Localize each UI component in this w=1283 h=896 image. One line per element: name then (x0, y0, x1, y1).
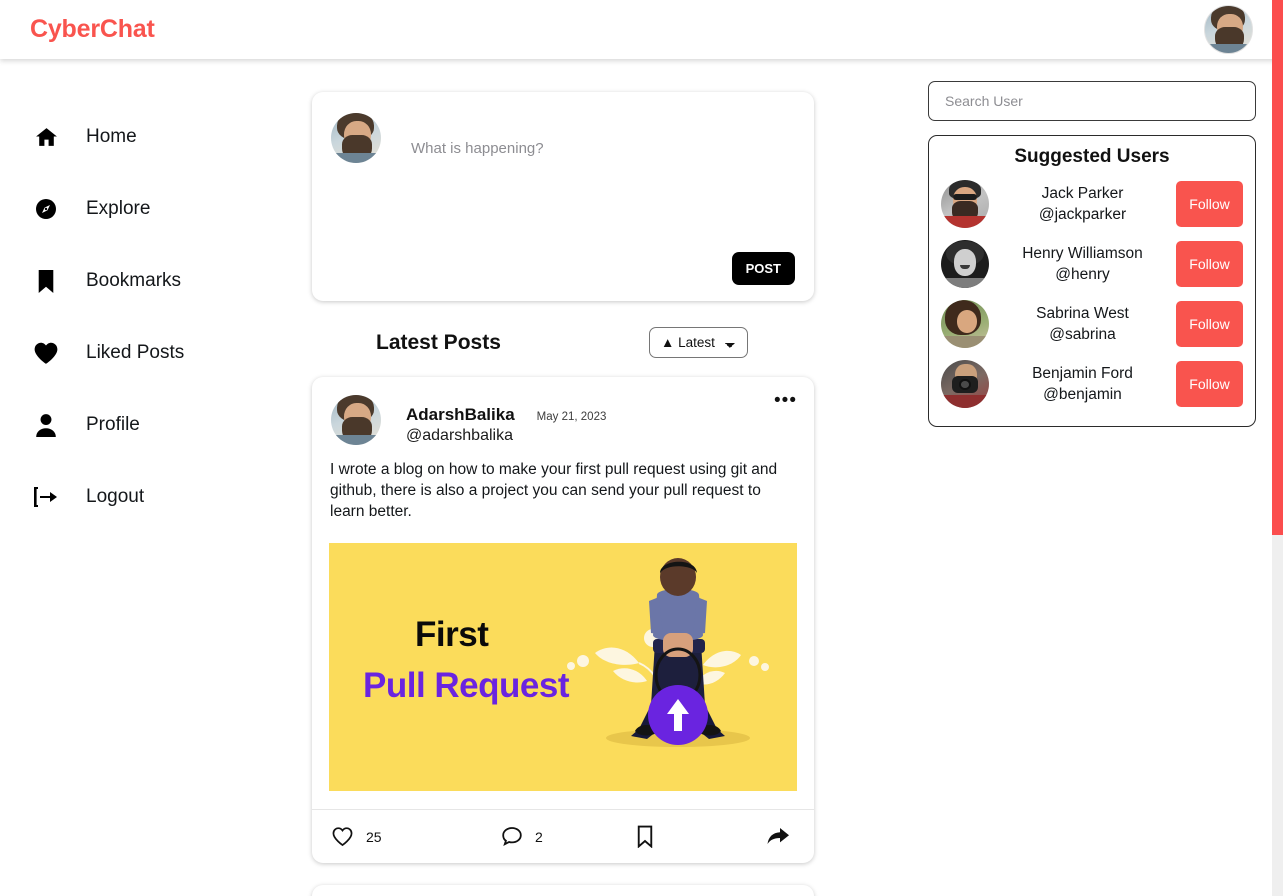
post-author-handle[interactable]: @adarshbalika (406, 427, 606, 445)
sidebar-item-profile[interactable]: Profile (0, 389, 300, 461)
suggested-user-handle[interactable]: @benjamin (997, 384, 1168, 405)
heart-filled-icon (32, 341, 60, 365)
follow-button[interactable]: Follow (1176, 301, 1243, 347)
main-feed: What is happening? POST Latest Posts ▲ L… (312, 59, 814, 896)
person-icon (32, 413, 60, 437)
suggested-user-name[interactable]: Henry Williamson (997, 243, 1168, 264)
search-user-box[interactable] (928, 81, 1256, 121)
post-card-next (312, 885, 814, 896)
suggested-user-row: Henry Williamson @henry Follow (941, 234, 1243, 294)
post-header: AdarshBalika May 21, 2023 @adarshbalika … (312, 377, 814, 445)
post-date: May 21, 2023 (536, 411, 607, 423)
feed-title: Latest Posts (376, 330, 501, 354)
post-author-name[interactable]: AdarshBalika (406, 405, 515, 425)
right-sidebar: Suggested Users Jack Parker @jackparker … (928, 59, 1256, 427)
avatar[interactable] (941, 180, 989, 228)
sidebar-item-explore[interactable]: Explore (0, 173, 300, 245)
home-icon (32, 125, 60, 150)
sidebar-nav: Home Explore Bookmarks Liked Posts Profi… (0, 59, 300, 533)
bookmark-icon (32, 269, 60, 294)
vertical-scrollbar-thumb[interactable] (1272, 0, 1283, 535)
like-count: 25 (366, 828, 382, 845)
post-image-line1: First (415, 615, 489, 654)
app-brand-logo[interactable]: CyberChat (30, 15, 155, 44)
comment-count: 2 (535, 828, 543, 845)
post-card: AdarshBalika May 21, 2023 @adarshbalika … (312, 377, 814, 863)
post-button[interactable]: POST (731, 252, 795, 285)
avatar[interactable] (941, 300, 989, 348)
suggested-users-card: Suggested Users Jack Parker @jackparker … (928, 135, 1256, 427)
post-actions: 25 2 (312, 809, 814, 863)
suggested-user-name[interactable]: Sabrina West (997, 303, 1168, 324)
vertical-scrollbar[interactable] (1272, 0, 1283, 896)
share-button[interactable] (766, 826, 790, 847)
bookmark-outline-icon (637, 825, 653, 848)
comment-button[interactable]: 2 (501, 826, 636, 847)
post-image-line2: Pull Request (363, 666, 569, 705)
app-header: CyberChat (0, 0, 1277, 59)
sidebar-item-label: Profile (86, 414, 140, 435)
suggested-user-row: Sabrina West @sabrina Follow (941, 294, 1243, 354)
sidebar-item-bookmarks[interactable]: Bookmarks (0, 245, 300, 317)
header-user-avatar[interactable] (1204, 5, 1253, 54)
comment-bubble-icon (502, 827, 522, 846)
compose-textarea-placeholder[interactable]: What is happening? (411, 113, 544, 163)
avatar[interactable] (941, 360, 989, 408)
sidebar-item-label: Bookmarks (86, 270, 182, 291)
compose-post-card: What is happening? POST (312, 92, 814, 301)
suggested-user-row: Jack Parker @jackparker Follow (941, 174, 1243, 234)
follow-button[interactable]: Follow (1176, 241, 1243, 287)
sidebar-item-home[interactable]: Home (0, 101, 300, 173)
suggested-users-title: Suggested Users (1014, 146, 1170, 167)
sidebar-item-logout[interactable]: Logout (0, 461, 300, 533)
follow-button[interactable]: Follow (1176, 361, 1243, 407)
follow-button[interactable]: Follow (1176, 181, 1243, 227)
suggested-user-handle[interactable]: @sabrina (997, 324, 1168, 345)
sidebar-item-liked-posts[interactable]: Liked Posts (0, 317, 300, 389)
like-button[interactable]: 25 (331, 826, 501, 847)
compass-icon (32, 197, 60, 221)
feed-header-bar: Latest Posts ▲ Latest (312, 320, 814, 365)
more-options-icon[interactable]: ••• (774, 391, 797, 410)
sidebar-item-label: Home (86, 126, 137, 147)
post-author-avatar[interactable] (331, 395, 381, 445)
avatar[interactable] (941, 240, 989, 288)
search-input[interactable] (945, 93, 1239, 109)
logout-icon (32, 485, 60, 509)
post-image-artwork (567, 558, 769, 747)
sort-select[interactable]: ▲ Latest (649, 327, 748, 358)
share-arrow-icon (767, 828, 789, 844)
sidebar-item-label: Logout (86, 486, 145, 507)
post-body-text: I wrote a blog on how to make your first… (330, 461, 778, 520)
suggested-user-handle[interactable]: @jackparker (997, 204, 1168, 225)
bookmark-button[interactable] (636, 825, 766, 848)
post-image[interactable]: First Pull Request (329, 543, 797, 791)
heart-outline-icon (332, 827, 353, 847)
sidebar-item-label: Explore (86, 198, 151, 219)
suggested-user-name[interactable]: Benjamin Ford (997, 363, 1168, 384)
suggested-user-name[interactable]: Jack Parker (997, 183, 1168, 204)
compose-user-avatar (331, 113, 381, 163)
suggested-user-handle[interactable]: @henry (997, 264, 1168, 285)
sidebar-item-label: Liked Posts (86, 342, 185, 363)
suggested-user-row: Benjamin Ford @benjamin Follow (941, 354, 1243, 414)
